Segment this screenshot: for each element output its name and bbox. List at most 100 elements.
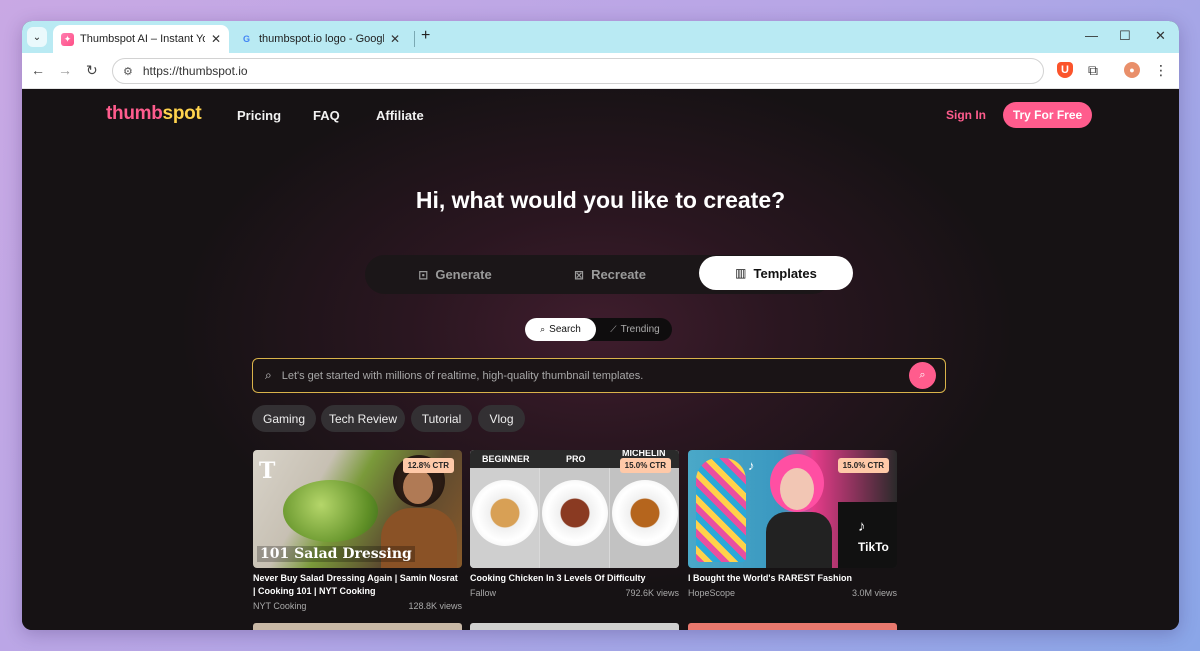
tab-thumbspot[interactable]: ✦ Thumbspot AI – Instant YouTub ✕	[53, 25, 229, 53]
thumbnail-overlay-text: 101 Salad Dressing	[257, 546, 415, 562]
close-tab-icon[interactable]: ✕	[390, 32, 400, 46]
chip-tech-review[interactable]: Tech Review	[321, 405, 405, 432]
new-tab-icon[interactable]: +	[421, 27, 430, 45]
templates-book-icon: ▥	[735, 266, 747, 280]
person-face-shape	[780, 468, 814, 510]
card-channel: Fallow	[470, 588, 497, 598]
browser-menu-icon[interactable]: ⋮	[1153, 62, 1169, 78]
card-title[interactable]: Cooking Chicken In 3 Levels Of Difficult…	[470, 572, 679, 585]
page-headline: Hi, what would you like to create?	[415, 187, 786, 213]
card-channel: HopeScope	[688, 588, 736, 598]
thumbnail-image[interactable]: T 101 Salad Dressing 12.8% CTR	[253, 450, 462, 568]
salad-bowl-shape	[283, 480, 378, 542]
forward-arrow-icon[interactable]: →	[58, 62, 72, 78]
ctr-badge: 15.0% CTR	[619, 458, 671, 473]
plate-beginner-shape	[472, 480, 538, 546]
tab-title: thumbspot.io logo - Google Se	[259, 33, 384, 45]
label-michelin: MICHELIN	[622, 450, 666, 458]
template-search-bar: ⌕ ⌕	[252, 358, 946, 393]
search-trending-toggle: ⌕ Search ⟋ Trending	[525, 318, 672, 341]
tab-title: Thumbspot AI – Instant YouTub	[80, 33, 205, 45]
tab-search-button[interactable]: ⌄	[27, 27, 47, 47]
reload-icon[interactable]: ↻	[86, 62, 98, 79]
brave-shield-icon[interactable]: U	[1057, 62, 1073, 78]
next-row-thumbnail[interactable]	[253, 623, 462, 630]
card-title[interactable]: I Bought the World's RAREST Fashion	[688, 572, 897, 585]
image-sparkle-icon: ⊡	[418, 267, 429, 282]
mode-generate-button[interactable]: ⊡ Generate	[390, 255, 520, 294]
plate-pro-shape	[542, 480, 608, 546]
try-for-free-button[interactable]: Try For Free	[1003, 102, 1092, 128]
nav-faq[interactable]: FAQ	[313, 108, 340, 123]
search-submit-button[interactable]: ⌕	[909, 362, 936, 389]
submode-search-button[interactable]: ⌕ Search	[525, 318, 596, 341]
browser-window: ⌄ ✦ Thumbspot AI – Instant YouTub ✕ G th…	[22, 21, 1179, 630]
google-favicon-icon: G	[242, 34, 250, 44]
logo-part-spot: spot	[162, 103, 202, 124]
chip-vlog[interactable]: Vlog	[478, 405, 525, 432]
close-tab-icon[interactable]: ✕	[211, 32, 221, 46]
tiktok-box-shape	[838, 502, 897, 568]
minimize-icon[interactable]: —	[1085, 28, 1098, 43]
browser-toolbar: ← → ↻ ⚙ https://thumbspot.io U ⧉ ● ⋮	[22, 53, 1179, 89]
search-sparkle-icon: ⌕	[540, 324, 546, 334]
label-pro: PRO	[566, 454, 586, 464]
logo-part-thumb: thumb	[106, 103, 163, 124]
nav-pricing[interactable]: Pricing	[237, 108, 281, 123]
sign-in-link[interactable]: Sign In	[946, 108, 986, 122]
mode-templates-button[interactable]: ▥ Templates	[699, 256, 853, 290]
card-title[interactable]: Never Buy Salad Dressing Again | Samin N…	[253, 572, 462, 598]
fashion-dress-shape	[696, 458, 746, 562]
card-views: 3.0M views	[851, 588, 897, 598]
card-views: 128.8K views	[408, 601, 462, 611]
submode-label: Search	[549, 324, 581, 335]
submode-label: Trending	[620, 324, 660, 335]
maximize-icon[interactable]: ☐	[1119, 28, 1131, 44]
profile-avatar-icon[interactable]: ●	[1124, 62, 1140, 78]
address-bar[interactable]: ⚙ https://thumbspot.io	[112, 58, 1044, 84]
next-row-thumbnail[interactable]	[688, 623, 897, 630]
nav-affiliate[interactable]: Affiliate	[376, 108, 424, 123]
mode-recreate-button[interactable]: ⊠ Recreate	[545, 255, 675, 294]
site-settings-icon[interactable]: ⚙	[123, 65, 133, 78]
page-content: thumbspot Pricing FAQ Affiliate Sign In …	[22, 89, 1179, 630]
nyt-logo-icon: T	[259, 458, 276, 484]
tiktok-overlay-text: TikTo	[858, 540, 889, 554]
mode-label: Templates	[753, 265, 817, 281]
card-channel: NYT Cooking	[253, 601, 307, 611]
mode-switcher: ⊡ Generate ⊠ Recreate ▥ Templates	[365, 255, 853, 294]
url-text: https://thumbspot.io	[142, 64, 248, 78]
plate-michelin-shape	[612, 480, 678, 546]
thumbspot-logo[interactable]: thumbspot	[106, 103, 202, 125]
thumbnail-image[interactable]: ♪ TikTo ♪ 15.0% CTR	[688, 450, 897, 568]
close-window-icon[interactable]: ✕	[1155, 28, 1166, 44]
search-icon: ⌕	[265, 368, 272, 382]
back-arrow-icon[interactable]: ←	[31, 62, 45, 78]
template-search-input[interactable]	[281, 369, 882, 382]
tab-google[interactable]: G thumbspot.io logo - Google Se ✕	[232, 25, 408, 53]
tiktok-logo-icon: ♪	[748, 458, 755, 473]
chip-tutorial[interactable]: Tutorial	[411, 405, 472, 432]
mode-label: Generate	[435, 267, 492, 282]
person-outfit-shape	[766, 512, 832, 568]
tiktok-note-icon: ♪	[858, 518, 866, 535]
template-card[interactable]: ♪ TikTo ♪ 15.0% CTR I Bought the World's…	[688, 450, 897, 598]
card-views: 792.6K views	[625, 588, 679, 598]
person-face-shape	[403, 470, 433, 504]
tab-strip: ⌄ ✦ Thumbspot AI – Instant YouTub ✕ G th…	[22, 21, 1179, 53]
next-row-thumbnail[interactable]	[470, 623, 679, 630]
ctr-badge: 12.8% CTR	[402, 458, 454, 473]
mode-label: Recreate	[591, 267, 646, 282]
extensions-puzzle-icon[interactable]: ⧉	[1085, 62, 1101, 78]
template-card[interactable]: T 101 Salad Dressing 12.8% CTR Never Buy…	[253, 450, 462, 611]
ctr-badge: 15.0% CTR	[837, 458, 889, 473]
template-card[interactable]: BEGINNER PRO MICHELIN 15.0% CTR Cooking …	[470, 450, 679, 598]
recreate-icon: ⊠	[574, 267, 585, 282]
thumbnail-image[interactable]: BEGINNER PRO MICHELIN 15.0% CTR	[470, 450, 679, 568]
label-beginner: BEGINNER	[482, 454, 530, 464]
chip-gaming[interactable]: Gaming	[252, 405, 316, 432]
trending-chart-icon: ⟋	[610, 324, 617, 334]
thumbspot-favicon-icon: ✦	[61, 32, 74, 46]
tab-divider	[414, 31, 415, 47]
submode-trending-button[interactable]: ⟋ Trending	[600, 318, 670, 341]
